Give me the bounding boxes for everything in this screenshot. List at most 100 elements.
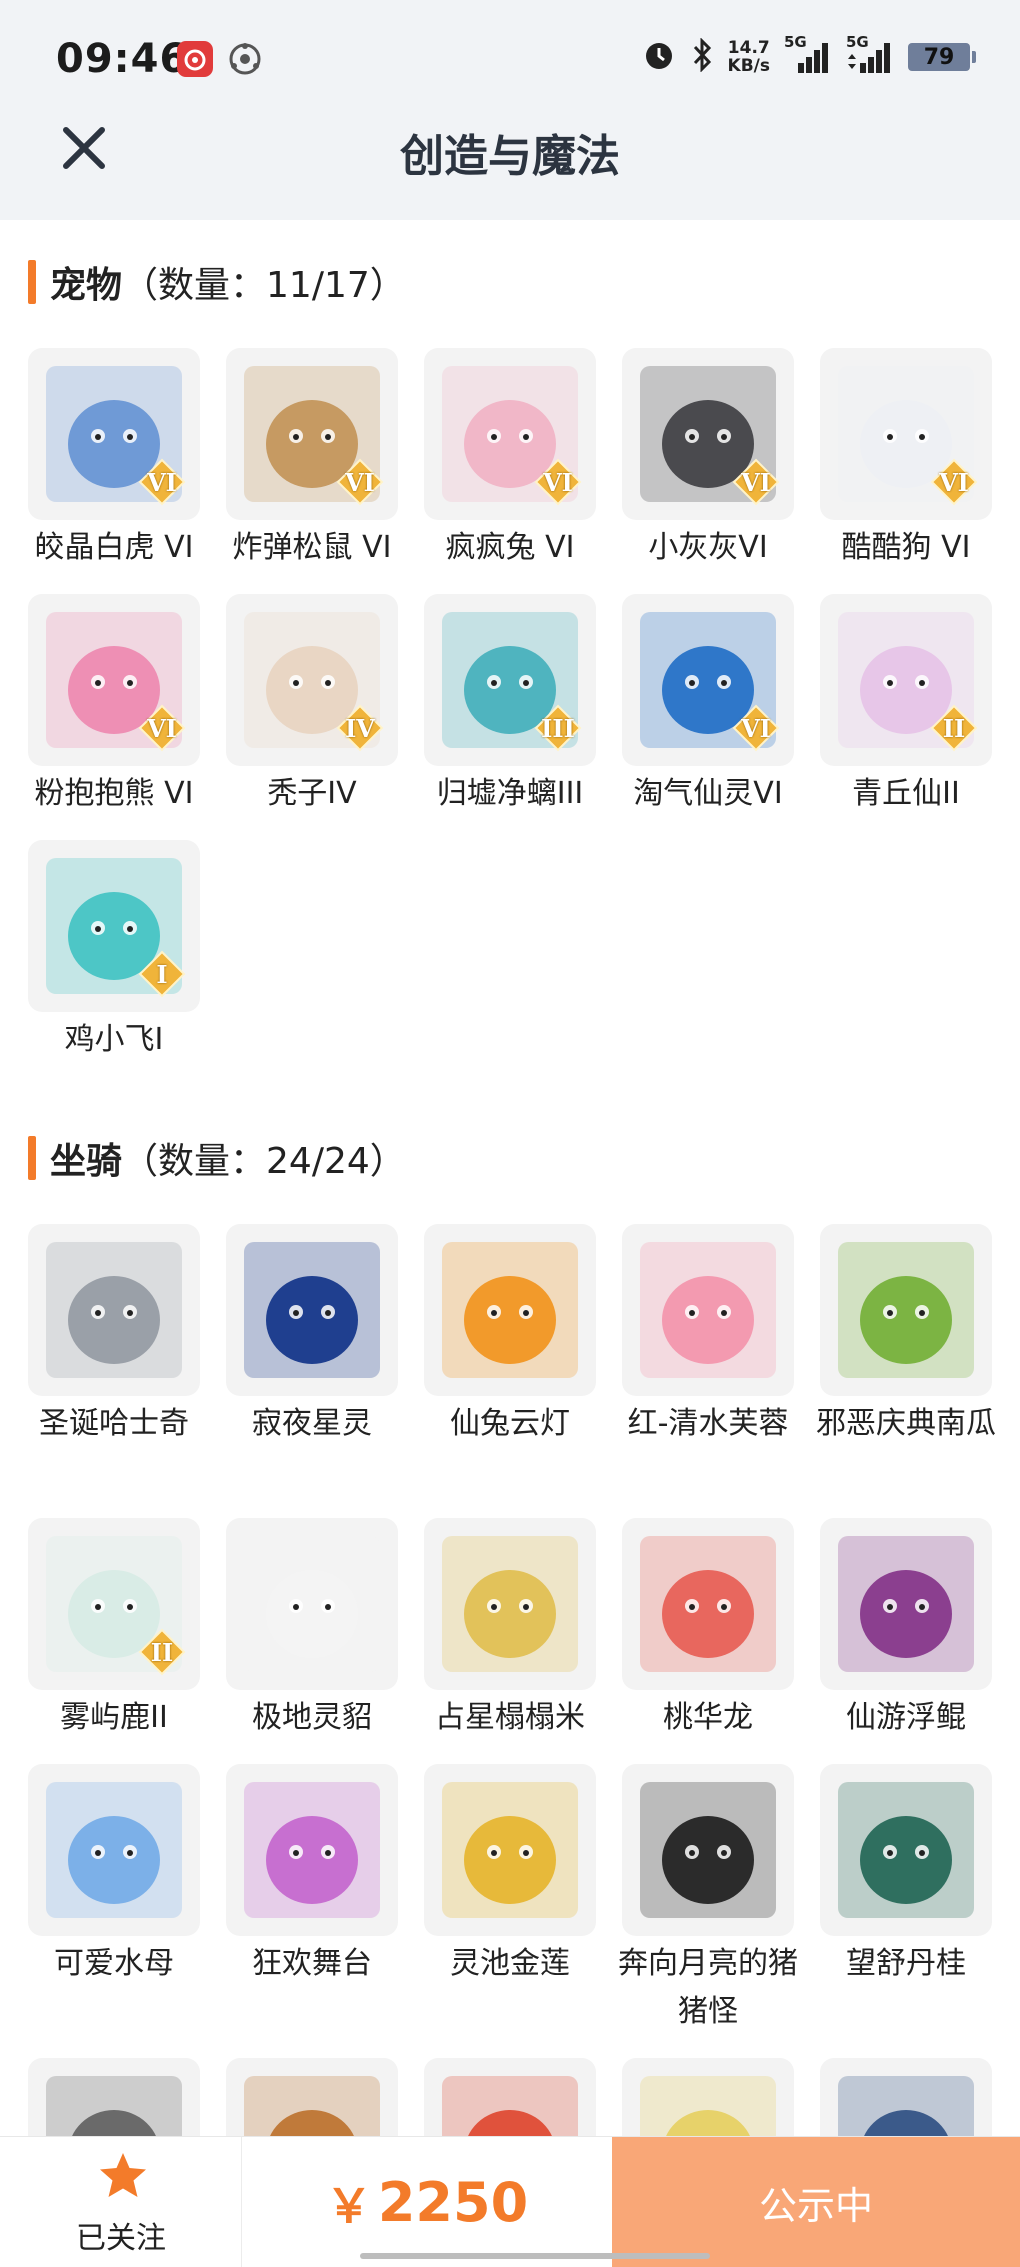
item-label: 占星榻榻米 <box>435 1700 585 1735</box>
collection-item[interactable]: VI 疯疯兔 VI <box>424 348 596 572</box>
item-label: 仙游浮鲲 <box>846 1700 966 1735</box>
alarm-icon <box>642 38 676 76</box>
item-thumbnail <box>820 1764 992 1936</box>
item-thumbnail <box>622 1764 794 1936</box>
tier-badge-icon: VI <box>534 458 582 506</box>
pets-section-title: 宠物 （数量：11/17） <box>28 256 406 308</box>
bottom-action-bar: 已关注 ￥ 2250 公示中 <box>0 2136 1020 2267</box>
item-thumbnail: II <box>28 1518 200 1690</box>
collection-item[interactable]: 可爱水母 <box>28 1764 200 1988</box>
tier-badge-label: VI <box>543 467 573 497</box>
follow-label: 已关注 <box>76 2221 166 2256</box>
collection-item[interactable]: II 青丘仙II <box>820 594 992 818</box>
item-thumbnail <box>28 1224 200 1396</box>
tier-badge-label: VI <box>147 467 177 497</box>
page-title: 创造与魔法 <box>400 131 620 182</box>
tier-badge-icon: III <box>534 704 582 752</box>
tier-badge-icon: VI <box>138 458 186 506</box>
collection-item[interactable]: 占星榻榻米 <box>424 1518 596 1742</box>
app-status-icon <box>226 40 264 78</box>
tier-badge-label: II <box>150 1637 174 1667</box>
item-thumbnail <box>424 1764 596 1936</box>
collection-item[interactable]: 灵池金莲 <box>424 1764 596 1988</box>
item-thumbnail <box>226 1764 398 1936</box>
tier-badge-icon: VI <box>930 458 978 506</box>
item-label: 圣诞哈士奇 <box>39 1406 189 1441</box>
item-thumbnail: II <box>820 594 992 766</box>
price-value: 2250 <box>377 2171 529 2234</box>
collection-item[interactable]: VI 酷酷狗 VI <box>820 348 992 572</box>
item-label: 归墟净螭III <box>436 776 584 811</box>
tier-badge-label: VI <box>147 713 177 743</box>
collection-item[interactable]: 圣诞哈士奇 <box>28 1224 200 1448</box>
item-thumbnail: VI <box>226 348 398 520</box>
collection-item[interactable]: 仙兔云灯 <box>424 1224 596 1448</box>
item-thumbnail <box>820 1518 992 1690</box>
collection-item[interactable]: VI 炸弹松鼠 VI <box>226 348 398 572</box>
item-label: 狂欢舞台 <box>252 1946 372 1981</box>
collection-item[interactable]: IV 秃子IV <box>226 594 398 818</box>
collection-item[interactable]: 狂欢舞台 <box>226 1764 398 1988</box>
tier-badge-label: I <box>156 959 168 989</box>
item-thumbnail <box>622 1518 794 1690</box>
item-label: 粉抱抱熊 VI <box>34 776 194 811</box>
item-label: 可爱水母 <box>54 1946 174 1981</box>
item-label: 皎晶白虎 VI <box>34 530 194 565</box>
signal-2: 5G <box>846 33 894 75</box>
collection-item[interactable]: 桃华龙 <box>622 1518 794 1742</box>
item-thumbnail: IV <box>226 594 398 766</box>
item-label: 雾屿鹿II <box>60 1700 168 1735</box>
item-label: 淘气仙灵VI <box>633 776 783 811</box>
collection-item[interactable]: III 归墟净螭III <box>424 594 596 818</box>
item-label: 寂夜星灵 <box>252 1406 372 1441</box>
tier-badge-label: VI <box>741 467 771 497</box>
section-accent-bar <box>28 260 36 304</box>
item-thumbnail: VI <box>28 348 200 520</box>
item-thumbnail: VI <box>622 348 794 520</box>
tier-badge-icon: VI <box>336 458 384 506</box>
collection-item[interactable]: VI 小灰灰VI <box>622 348 794 572</box>
collection-item[interactable]: 红-清水芙蓉 <box>622 1224 794 1448</box>
section-name: 坐骑 <box>50 1141 123 1182</box>
collection-item[interactable]: VI 淘气仙灵VI <box>622 594 794 818</box>
collection-item[interactable]: 望舒丹桂 <box>820 1764 992 1988</box>
tier-badge-icon: VI <box>732 704 780 752</box>
item-thumbnail: I <box>28 840 200 1012</box>
tier-badge-label: VI <box>939 467 969 497</box>
item-thumbnail <box>424 1518 596 1690</box>
tier-badge-label: II <box>942 713 966 743</box>
item-label: 邪恶庆典南瓜 <box>816 1406 996 1441</box>
collection-item[interactable]: 邪恶庆典南瓜 <box>816 1224 996 1448</box>
collection-item[interactable]: 奔向月亮的猪猪怪 <box>618 1764 798 2036</box>
net-speed-value: 14.7 <box>727 38 770 58</box>
item-label: 奔向月亮的猪猪怪 <box>618 1946 798 2029</box>
collection-item[interactable]: 仙游浮鲲 <box>820 1518 992 1742</box>
tier-badge-icon: VI <box>138 704 186 752</box>
item-label: 青丘仙II <box>852 776 960 811</box>
item-label: 极地灵貂 <box>252 1700 372 1735</box>
item-thumbnail <box>622 1224 794 1396</box>
tier-badge-label: VI <box>741 713 771 743</box>
item-label: 小灰灰VI <box>648 530 768 565</box>
collection-item[interactable]: 极地灵貂 <box>226 1518 398 1742</box>
net-speed-unit: KB/s <box>727 56 770 76</box>
signal-2-label: 5G <box>846 33 869 51</box>
item-thumbnail: III <box>424 594 596 766</box>
tier-badge-icon: I <box>138 950 186 998</box>
mounts-section-title: 坐骑 （数量：24/24） <box>28 1132 406 1184</box>
collection-item[interactable]: 寂夜星灵 <box>226 1224 398 1448</box>
collection-item[interactable]: VI 粉抱抱熊 VI <box>28 594 200 818</box>
section-accent-bar <box>28 1136 36 1180</box>
publicity-status-button[interactable]: 公示中 <box>612 2137 1020 2267</box>
item-thumbnail: VI <box>28 594 200 766</box>
item-label: 疯疯兔 VI <box>445 530 575 565</box>
item-thumbnail: VI <box>820 348 992 520</box>
collection-item[interactable]: II 雾屿鹿II <box>28 1518 200 1742</box>
section-name: 宠物 <box>50 265 123 306</box>
collection-item[interactable]: I 鸡小飞I <box>28 840 200 1064</box>
collection-item[interactable]: VI 皎晶白虎 VI <box>28 348 200 572</box>
signal-1-label: 5G <box>784 33 807 51</box>
item-label: 桃华龙 <box>663 1700 753 1735</box>
netease-music-icon <box>176 40 214 78</box>
follow-button[interactable]: 已关注 <box>0 2137 242 2267</box>
